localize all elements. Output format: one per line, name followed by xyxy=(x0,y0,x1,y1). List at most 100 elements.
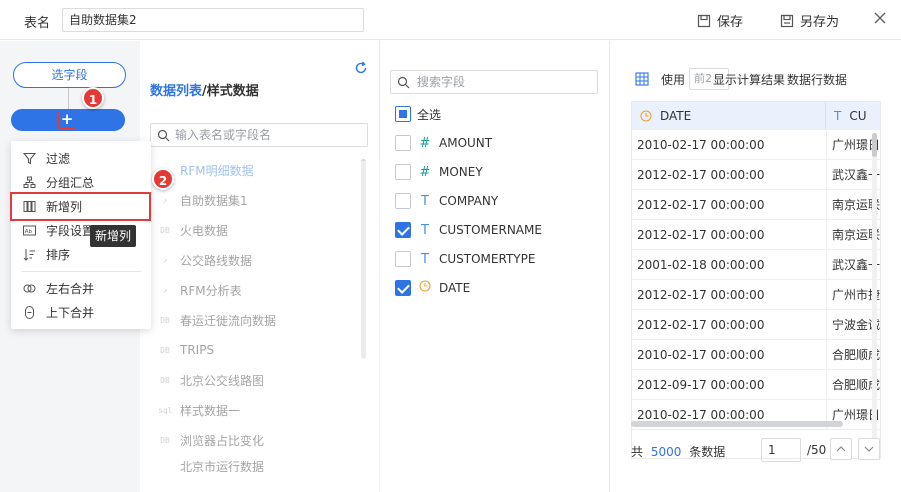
row-count-text: 共 5000 条数据 xyxy=(631,443,725,460)
svg-text:Ab: Ab xyxy=(25,229,33,235)
table-list-scrollbar[interactable] xyxy=(361,159,366,359)
select-all-row[interactable]: 全选 xyxy=(395,104,441,124)
table-item[interactable]: DB 北京公交线路图 xyxy=(158,370,264,390)
menu-item-filter[interactable]: 过滤 xyxy=(11,146,151,170)
menu-label-group: 分组汇总 xyxy=(46,175,95,190)
page-number-input[interactable]: 1 xyxy=(761,438,801,462)
table-item[interactable]: ↗ 自助数据集1 xyxy=(158,190,248,210)
table-cell: 2010-02-17 00:00:00 xyxy=(632,130,826,160)
show-calc-result-toggle[interactable]: 显示计算结果 xyxy=(713,71,785,88)
field-search-box[interactable] xyxy=(390,70,598,94)
table-item[interactable]: DB 火电数据 xyxy=(158,220,228,240)
table-vertical-scrollbar[interactable] xyxy=(872,133,877,443)
pagination-bar: 共 5000 条数据 1 /50 xyxy=(631,437,891,463)
table-item[interactable]: ↗ RFM分析表 xyxy=(158,280,242,300)
table-item-name: 公交路线数据 xyxy=(180,253,253,268)
field-checkbox[interactable] xyxy=(395,164,411,180)
refresh-icon[interactable] xyxy=(354,61,368,75)
table-cell: 2012-02-17 00:00:00 xyxy=(632,310,826,340)
field-checkbox[interactable] xyxy=(395,280,411,296)
row-count-prefix: 共 xyxy=(631,445,644,459)
flow-connector xyxy=(68,88,69,109)
menu-item-merge-vertical[interactable]: 上下合并 xyxy=(11,300,151,324)
table-cell: 2012-02-17 00:00:00 xyxy=(632,220,826,250)
field-checkbox[interactable] xyxy=(395,222,411,238)
close-icon[interactable] xyxy=(873,11,887,25)
search-icon xyxy=(397,76,410,89)
chevron-up-icon xyxy=(836,446,846,452)
table-horizontal-scrollbar[interactable] xyxy=(631,421,843,427)
search-icon xyxy=(157,129,170,142)
field-row[interactable]: T CUSTOMERTYPE xyxy=(395,249,535,269)
table-search-input[interactable] xyxy=(175,126,363,144)
field-row[interactable]: T CUSTOMERNAME xyxy=(395,220,542,240)
sort-icon xyxy=(23,248,35,261)
menu-label-field-settings: 字段设置 xyxy=(46,223,95,238)
table-item[interactable]: DB 浏览器占比变化 xyxy=(158,430,264,450)
column-header-label: CU xyxy=(849,109,867,123)
table-name-label: 表名 xyxy=(24,16,51,31)
table-type-icon: sql xyxy=(158,405,173,415)
menu-item-group[interactable]: 分组汇总 xyxy=(11,170,151,194)
table-type-icon: ↗ xyxy=(162,255,168,265)
table-item-name: TRIPS xyxy=(180,343,215,357)
save-button[interactable]: 保存 xyxy=(697,11,743,30)
table-item[interactable]: DB 春运迁徙流向数据 xyxy=(158,310,276,330)
table-item[interactable]: DB TRIPS xyxy=(158,340,214,360)
use-label: 使用 xyxy=(661,73,686,87)
table-item-name: 浏览器占比变化 xyxy=(180,433,265,448)
top-bar: 表名 自助数据集2 保存 另存为 xyxy=(0,0,901,40)
page-up-button[interactable] xyxy=(830,438,852,460)
field-name: CUSTOMERNAME xyxy=(439,223,542,237)
table-type-icon: DB xyxy=(160,225,170,235)
menu-item-merge-horizontal[interactable]: 左右合并 xyxy=(11,276,151,300)
select-all-checkbox[interactable] xyxy=(395,106,411,122)
field-checkbox[interactable] xyxy=(395,251,411,267)
field-row[interactable]: T COMPANY xyxy=(395,191,498,211)
field-checkbox[interactable] xyxy=(395,135,411,151)
field-name: AMOUNT xyxy=(439,136,493,150)
table-type-icon: DB xyxy=(160,345,170,355)
menu-label-merge-horizontal: 左右合并 xyxy=(46,281,95,296)
table-item[interactable]: sql 样式数据一 xyxy=(158,400,240,420)
text-type-icon: T xyxy=(834,109,842,123)
preview-table: DATE T CU 2010-02-17 00:00:00 广州璟日 2012-… xyxy=(631,101,881,459)
table-item-name: RFM分析表 xyxy=(180,283,242,298)
table-item-name: 春运迁徙流向数据 xyxy=(180,313,277,328)
table-search-box[interactable] xyxy=(150,123,368,147)
save-label: 保存 xyxy=(717,15,744,30)
table-item-name: 北京公交线路图 xyxy=(180,373,265,388)
column-header-customer[interactable]: T CU xyxy=(826,102,880,130)
save-icon xyxy=(697,14,711,27)
menu-divider xyxy=(21,271,141,272)
table-name-input[interactable]: 自助数据集2 xyxy=(62,8,364,32)
select-all-label: 全选 xyxy=(417,107,442,122)
field-row[interactable]: DATE xyxy=(395,278,470,298)
field-row[interactable]: # AMOUNT xyxy=(395,133,492,153)
add-column-tooltip: 新增列 xyxy=(90,225,137,247)
step-badge-2: 2 xyxy=(152,168,174,190)
table-grid-icon[interactable] xyxy=(635,72,649,86)
field-search-input[interactable] xyxy=(417,73,593,91)
table-list-panel: 数据列表/样式数据 ↗ RFM明细数据 ↗ 自助数据集1 DB 火电数据 ↗ 公… xyxy=(140,41,380,492)
select-field-button[interactable]: 选字段 xyxy=(13,62,126,88)
table-cell: 2010-02-17 00:00:00 xyxy=(632,340,826,370)
preview-rows-label: 数据行数据 xyxy=(787,73,848,87)
page-total: /50 xyxy=(807,443,827,457)
table-cell: 2012-02-17 00:00:00 xyxy=(632,280,826,310)
table-list-title: 数据列表/样式数据 xyxy=(150,80,259,99)
save-as-icon xyxy=(780,14,794,27)
table-item[interactable]: 北京市运行数据 xyxy=(158,460,264,472)
save-as-button[interactable]: 另存为 xyxy=(780,11,839,30)
column-header-date[interactable]: DATE xyxy=(632,102,826,130)
merge-vertical-icon xyxy=(25,305,34,319)
table-item[interactable]: ↗ 公交路线数据 xyxy=(158,250,252,270)
page-down-button[interactable] xyxy=(858,438,880,460)
add-step-button[interactable]: + xyxy=(11,109,125,131)
field-checkbox[interactable] xyxy=(395,193,411,209)
column-header-label: DATE xyxy=(660,109,692,123)
title-data-list: 数据列表 xyxy=(150,84,203,99)
number-type-icon: # xyxy=(419,164,431,180)
field-row[interactable]: # MONEY xyxy=(395,162,483,182)
field-list-panel: 全选 # AMOUNT # MONEY T COMPANY T CUSTOMER… xyxy=(381,41,610,492)
